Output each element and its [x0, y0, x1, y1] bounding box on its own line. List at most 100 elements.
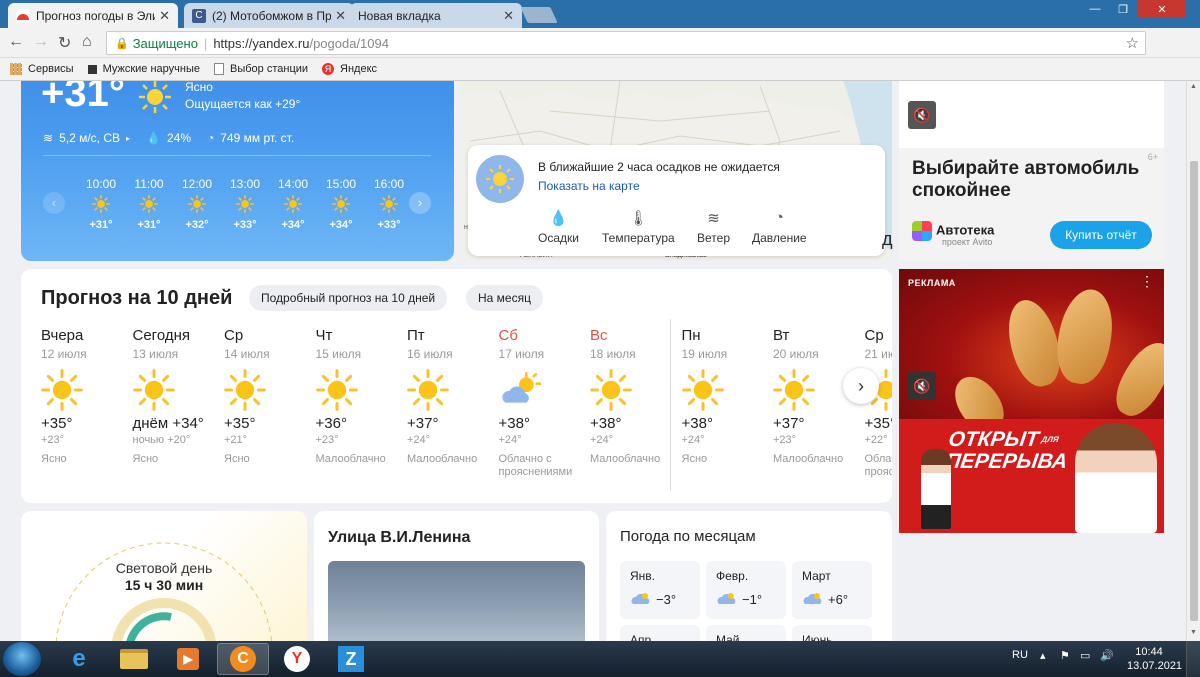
ccleaner-icon[interactable]: C — [217, 643, 269, 675]
day-condition: Облачно с прояснениями — [498, 453, 573, 478]
tab-moto[interactable]: С (2) Мотобомжом в При ✕ — [184, 3, 354, 28]
restore-icon[interactable]: ❐ — [1110, 0, 1136, 18]
close-tab-icon[interactable]: ✕ — [335, 8, 346, 24]
day-max-temp: +37° — [407, 415, 439, 432]
map-layer-temperature[interactable]: 🌡 Температура — [602, 209, 675, 245]
nowcast-sun-badge — [476, 155, 524, 203]
start-button[interactable] — [3, 642, 41, 676]
bookmark-star-icon[interactable]: ☆ — [1126, 34, 1139, 52]
close-window-icon[interactable]: ✕ — [1138, 0, 1186, 18]
bookmark-yandex[interactable]: Я Яндекс — [322, 63, 377, 75]
day-min-temp: +23° — [315, 434, 339, 446]
day-name: Ср — [224, 327, 244, 344]
chips-video-ad[interactable]: РЕКЛАМА ⋮ 🔇 ОТКРЫТДЛЯ ПЕРЕРЫВА — [899, 269, 1164, 533]
humidity-icon: 💧 — [146, 131, 161, 145]
month-cell[interactable]: Февр. −1° — [706, 561, 786, 619]
day-condition: Ясно — [224, 453, 250, 465]
forecast-day[interactable]: Сегодня 13 июля днём +34° ночью +20° Ясн… — [133, 327, 223, 466]
ad-person-left — [921, 449, 951, 529]
precipitation-icon: 💧 — [549, 210, 568, 227]
forecast-title: Прогноз на 10 дней — [41, 287, 233, 309]
language-indicator[interactable]: RU — [1012, 649, 1028, 661]
more-options-icon[interactable]: ⋮ — [1140, 273, 1154, 290]
address-toolbar: ← → ↻ ⌂ 🔒 Защищено | https://yandex.ru/p… — [0, 28, 1200, 78]
day-max-temp: +35° — [864, 415, 893, 432]
show-on-map-link[interactable]: Показать на карте — [538, 179, 640, 193]
page-scrollbar[interactable]: ▲ ▼ — [1186, 81, 1200, 641]
pressure-gauge-icon: ◔ — [774, 209, 784, 226]
month-name: Февр. — [716, 569, 749, 583]
zona-app-icon[interactable]: Z — [325, 643, 377, 675]
month-forecast-button[interactable]: На месяц — [466, 285, 543, 311]
month-cell[interactable]: Янв. −3° — [620, 561, 700, 619]
yandex-browser-icon[interactable]: Y — [271, 643, 323, 675]
forecast-day[interactable]: Сб 17 июля +38° +24° Облачно с прояснени… — [499, 327, 589, 479]
home-icon[interactable]: ⌂ — [82, 33, 92, 51]
day-date: 14 июля — [224, 347, 270, 361]
sun-icon — [590, 369, 680, 411]
tab-weather[interactable]: Прогноз погоды в Элист ✕ — [8, 3, 178, 28]
street-card[interactable]: Улица В.И.Ленина — [314, 511, 599, 641]
detailed-forecast-button[interactable]: Подробный прогноз на 10 дней — [249, 285, 448, 311]
show-desktop-button[interactable] — [1186, 641, 1200, 677]
new-tab-button[interactable] — [520, 7, 558, 23]
forecast-day[interactable]: Вс 18 июля +38° +24° Малооблачно — [590, 327, 680, 466]
month-name: Апр. — [630, 633, 655, 641]
buy-report-button[interactable]: Купить отчёт — [1050, 221, 1152, 249]
mute-icon[interactable]: 🔇 — [908, 101, 936, 129]
map-layer-precipitation[interactable]: 💧 Осадки — [538, 209, 579, 245]
scroll-up-icon[interactable]: ▲ — [1190, 83, 1197, 90]
bookmark-watches[interactable]: Мужские наручные — [87, 63, 200, 75]
month-temp: −1° — [742, 592, 763, 607]
day-date: 13 июля — [132, 347, 179, 361]
forecast-day[interactable]: Пт 16 июля +37° +24° Малооблачно — [407, 327, 497, 466]
forecast-day[interactable]: Ср 14 июля +35° +21° Ясно — [224, 327, 314, 466]
month-cell[interactable]: Май — [706, 625, 786, 641]
volume-icon[interactable]: 🔊 — [1100, 649, 1114, 662]
forecast-day[interactable]: Пн 19 июля +38° +24° Ясно — [682, 327, 772, 466]
forecast-day[interactable]: Ср 21 июля +35° +22° Облачно с прояснени… — [864, 327, 893, 479]
forecast-next-button[interactable]: › — [843, 368, 879, 404]
forecast-day[interactable]: Вчера 12 июля +35° +23° Ясно — [41, 327, 131, 466]
scroll-down-icon[interactable]: ▼ — [1190, 629, 1197, 636]
network-icon[interactable]: ▭ — [1080, 649, 1090, 662]
tab-new[interactable]: Новая вкладка ✕ — [350, 3, 522, 28]
map-layer-pressure[interactable]: ◔ Давление — [752, 209, 807, 245]
scroll-thumb[interactable] — [1190, 161, 1198, 621]
forward-arrow-icon[interactable]: → — [33, 33, 49, 51]
current-details: ≋ 5,2 м/с, СВ ▸ 💧 24% ◔ 749 мм рт. ст. — [43, 131, 294, 145]
close-tab-icon[interactable]: ✕ — [159, 8, 170, 24]
url-bar[interactable]: 🔒 Защищено | https://yandex.ru/pogoda/10… — [106, 31, 1146, 55]
day-min-temp: +24° — [590, 434, 614, 446]
wind-direction-icon: ▸ — [126, 133, 131, 143]
hour-temp: +34° — [329, 219, 353, 231]
avtoteka-ad[interactable]: 6+ Выбирайте автомобиль спокойнее Автоте… — [899, 148, 1164, 261]
month-cell[interactable]: Апр. — [620, 625, 700, 641]
sun-icon — [681, 369, 772, 411]
tray-expand-icon[interactable]: ▴ — [1040, 649, 1046, 662]
month-cell[interactable]: Март +6° — [792, 561, 872, 619]
minimize-icon[interactable]: — — [1082, 0, 1108, 18]
bookmark-station[interactable]: Выбор станции — [214, 63, 308, 75]
system-clock[interactable]: 10:44 13.07.2021 — [1127, 645, 1182, 673]
back-arrow-icon[interactable]: ← — [8, 33, 24, 51]
forecast-day[interactable]: Чт 15 июля +36° +23° Малооблачно — [316, 327, 406, 466]
cloud-sun-icon — [802, 591, 824, 608]
file-explorer-icon[interactable] — [108, 643, 160, 675]
map-layer-wind[interactable]: ≋ Ветер — [697, 209, 730, 245]
sun-icon — [91, 194, 111, 216]
hourly-prev-button[interactable]: ‹ — [43, 192, 65, 214]
mute-icon[interactable]: 🔇 — [908, 372, 936, 400]
close-tab-icon[interactable]: ✕ — [503, 8, 514, 24]
month-cell[interactable]: Июнь — [792, 625, 872, 641]
reload-icon[interactable]: ↻ — [58, 33, 71, 53]
sun-icon — [407, 369, 497, 411]
windows-taskbar: e ▶ C Y Z RU ▴ ⚑ ▭ 🔊 10:44 13.07.2021 — [0, 641, 1200, 677]
internet-explorer-icon[interactable]: e — [53, 643, 105, 675]
cloud-sun-icon — [716, 591, 738, 608]
cloud-sun-icon — [630, 591, 652, 608]
action-center-flag-icon[interactable]: ⚑ — [1060, 649, 1070, 662]
bookmark-services[interactable]: Сервисы — [10, 63, 74, 75]
media-player-icon[interactable]: ▶ — [162, 643, 214, 675]
day-max-temp: +38° — [498, 415, 530, 432]
